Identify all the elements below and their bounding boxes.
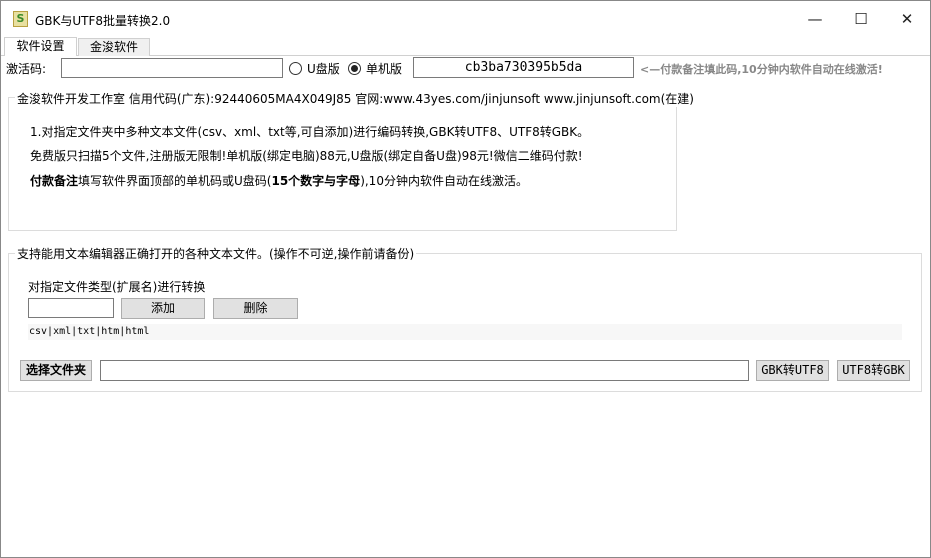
convert-group-legend: 支持能用文本编辑器正确打开的各种文本文件。(操作不可逆,操作前请备份) <box>15 245 417 262</box>
usb-version-radio[interactable] <box>289 62 302 75</box>
tab-settings[interactable]: 软件设置 <box>4 37 77 56</box>
extension-input[interactable] <box>28 298 114 318</box>
extension-list: csv|xml|txt|htm|html <box>28 324 902 340</box>
minimize-button[interactable]: — <box>792 1 838 37</box>
extension-label: 对指定文件类型(扩展名)进行转换 <box>28 280 206 294</box>
studio-info: 金浚软件开发工作室 信用代码(广东):92440605MA4X049J85 官网… <box>17 92 694 106</box>
payment-note-label: 付款备注 <box>30 174 79 188</box>
tab-jinjun-software[interactable]: 金浚软件 <box>78 38 150 56</box>
close-button[interactable]: ✕ <box>884 1 930 37</box>
info-group <box>8 97 677 231</box>
gbk-to-utf8-button[interactable]: GBK转UTF8 <box>756 360 829 381</box>
usb-version-label: U盘版 <box>307 62 340 76</box>
activation-hint: <—付款备注填此码,10分钟内软件自动在线激活! <box>640 63 883 76</box>
folder-path-input[interactable] <box>100 360 749 381</box>
add-extension-button[interactable]: 添加 <box>121 298 205 319</box>
machine-code-field[interactable]: cb3ba730395b5da <box>413 57 634 78</box>
activation-code-input[interactable] <box>61 58 283 78</box>
activation-label: 激活码: <box>6 62 47 76</box>
delete-extension-button[interactable]: 删除 <box>213 298 298 319</box>
utf8-to-gbk-button[interactable]: UTF8转GBK <box>837 360 910 381</box>
info-line-3: 付款备注填写软件界面顶部的单机码或U盘码(15个数字与字母),10分钟内软件自动… <box>30 172 528 189</box>
payment-note-bold: 15个数字与字母 <box>271 174 361 188</box>
info-line-2: 免费版只扫描5个文件,注册版无限制!单机版(绑定电脑)88元,U盘版(绑定自备U… <box>30 149 583 163</box>
payment-note-text: 填写软件界面顶部的单机码或U盘码( <box>78 174 272 188</box>
info-line-1: 1.对指定文件夹中多种文本文件(csv、xml、txt等,可自添加)进行编码转换… <box>30 125 590 139</box>
app-icon: S <box>13 11 28 27</box>
standalone-version-label: 单机版 <box>366 62 403 76</box>
choose-folder-button[interactable]: 选择文件夹 <box>20 360 92 381</box>
maximize-button[interactable]: ☐ <box>838 1 884 37</box>
standalone-version-radio[interactable] <box>348 62 361 75</box>
title-bar: S GBK与UTF8批量转换2.0 — ☐ ✕ <box>1 1 930 37</box>
payment-note-end: ),10分钟内软件自动在线激活。 <box>360 174 528 188</box>
info-group-legend: 金浚软件开发工作室 信用代码(广东):92440605MA4X049J85 官网… <box>15 90 696 107</box>
window-title: GBK与UTF8批量转换2.0 <box>35 14 171 28</box>
